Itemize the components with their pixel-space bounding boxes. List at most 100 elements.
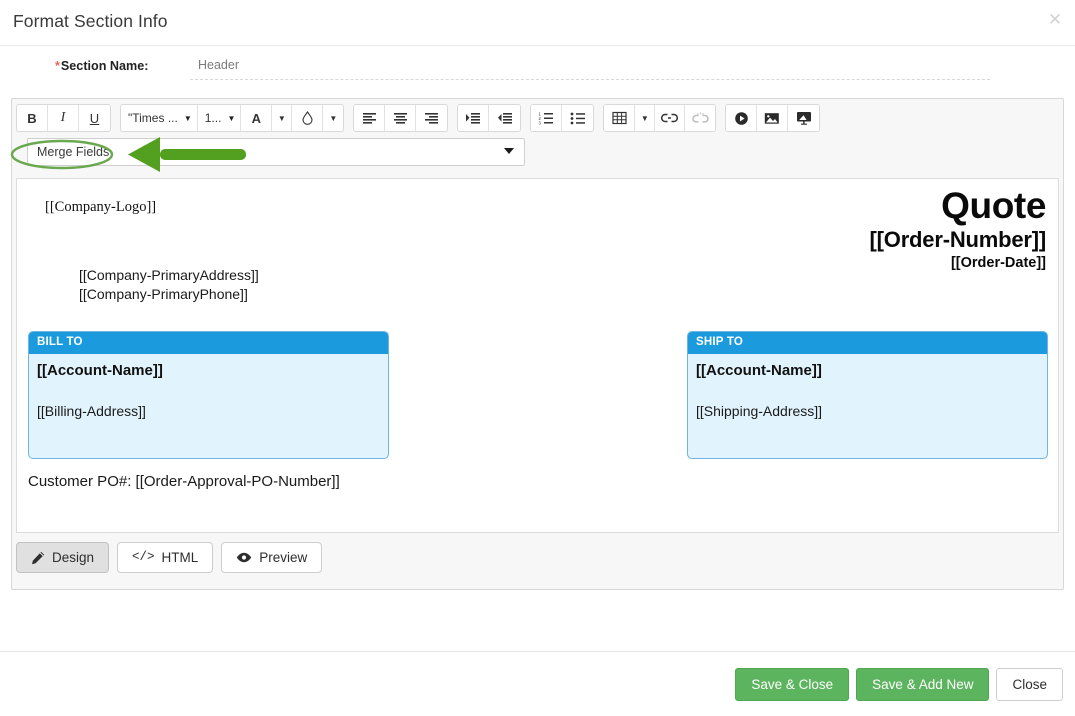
merge-fields-row: Merge Fields xyxy=(12,137,1063,173)
italic-button[interactable]: I xyxy=(48,105,79,131)
indent-decrease-button[interactable] xyxy=(489,105,521,131)
tab-design[interactable]: Design xyxy=(16,542,110,573)
section-name-row: *Section Name: Header xyxy=(0,46,1075,88)
footer-divider xyxy=(0,651,1075,652)
ship-to-body: [[Account-Name]] [[Shipping-Address]] xyxy=(688,354,1047,419)
bill-to-body: [[Account-Name]] [[Billing-Address]] xyxy=(29,354,388,419)
text-color-icon: A xyxy=(251,110,262,126)
close-x-icon[interactable]: ✕ xyxy=(1046,11,1064,29)
section-name-label: *Section Name: xyxy=(55,59,148,73)
highlight-color-button[interactable] xyxy=(292,105,324,131)
tab-preview-label: Preview xyxy=(259,550,308,565)
align-right-icon xyxy=(424,112,439,125)
save-and-close-button[interactable]: Save & Close xyxy=(735,668,850,701)
chevron-down-icon: ▼ xyxy=(183,113,192,123)
link-button[interactable] xyxy=(655,105,686,131)
table-button[interactable] xyxy=(604,105,636,131)
unlink-icon xyxy=(692,112,709,125)
align-center-icon xyxy=(393,112,408,125)
section-name-input[interactable]: Header xyxy=(190,55,990,80)
footer-actions: Save & Close Save & Add New Close xyxy=(735,668,1063,701)
indent-increase-icon xyxy=(465,112,481,125)
bold-button[interactable]: B xyxy=(17,105,48,131)
font-size-select[interactable]: 1... ▼ xyxy=(197,105,242,131)
ordered-list-icon: 123 xyxy=(538,112,554,125)
table-dropdown[interactable]: ▼ xyxy=(635,105,656,131)
editor-mode-tabs: Design </> HTML Preview xyxy=(16,542,323,573)
chevron-down-icon xyxy=(504,148,514,154)
italic-icon: I xyxy=(60,110,66,125)
save-and-add-new-button[interactable]: Save & Add New xyxy=(856,668,990,701)
highlight-color-dropdown[interactable]: ▼ xyxy=(323,105,344,131)
editor-canvas[interactable]: Quote [[Order-Number]] [[Order-Date]] [[… xyxy=(16,178,1059,533)
indent-decrease-icon xyxy=(497,112,513,125)
toolbar-group-media xyxy=(725,104,821,132)
eye-icon xyxy=(236,552,252,563)
image-button[interactable] xyxy=(757,105,789,131)
link-icon xyxy=(661,112,679,124)
code-icon: </> xyxy=(132,550,155,565)
address-boxes: BILL TO [[Account-Name]] [[Billing-Addre… xyxy=(17,331,1058,461)
tab-design-label: Design xyxy=(52,550,95,565)
toolbar-group-insert: ▼ xyxy=(603,104,717,132)
chevron-down-icon: ▼ xyxy=(277,113,286,123)
font-family-select[interactable]: "Times ... ▼ xyxy=(121,105,198,131)
customer-po-line: Customer PO#: [[Order-Approval-PO-Number… xyxy=(28,473,340,490)
table-icon xyxy=(612,111,627,125)
font-family-value: "Times ... xyxy=(128,111,178,125)
text-color-dropdown[interactable]: ▼ xyxy=(272,105,293,131)
presentation-icon xyxy=(796,111,812,125)
align-left-button[interactable] xyxy=(354,105,386,131)
bill-to-box: BILL TO [[Account-Name]] [[Billing-Addre… xyxy=(28,331,389,459)
close-button[interactable]: Close xyxy=(996,668,1063,701)
section-name-label-text: Section Name: xyxy=(60,59,149,73)
modal-header: Format Section Info ✕ xyxy=(0,0,1075,46)
align-left-icon xyxy=(362,112,377,125)
bullet-list-button[interactable] xyxy=(562,105,594,131)
underline-button[interactable]: U xyxy=(79,105,110,131)
merge-fields-select[interactable]: Merge Fields xyxy=(27,138,525,166)
indent-increase-button[interactable] xyxy=(458,105,490,131)
pencil-icon xyxy=(31,551,45,565)
tab-html[interactable]: </> HTML xyxy=(117,542,214,573)
company-phone-merge-field: [[Company-PrimaryPhone]] xyxy=(79,285,248,302)
ship-to-account-name: [[Account-Name]] xyxy=(696,362,822,379)
merge-fields-label: Merge Fields xyxy=(37,145,110,159)
video-play-icon xyxy=(734,111,749,126)
bullet-list-icon xyxy=(570,112,586,125)
bill-to-account-name: [[Account-Name]] xyxy=(37,362,163,379)
toolbar-group-font: "Times ... ▼ 1... ▼ A ▼ ▼ xyxy=(120,104,345,132)
ship-to-box: SHIP TO [[Account-Name]] [[Shipping-Addr… xyxy=(687,331,1048,459)
svg-text:3: 3 xyxy=(539,120,542,125)
chevron-down-icon: ▼ xyxy=(329,113,338,123)
chevron-down-icon: ▼ xyxy=(640,113,649,123)
tab-html-label: HTML xyxy=(161,550,199,565)
ship-to-heading: SHIP TO xyxy=(688,332,1047,354)
video-button[interactable] xyxy=(726,105,758,131)
required-marker: * xyxy=(55,59,60,73)
align-right-button[interactable] xyxy=(416,105,448,131)
toolbar-group-align xyxy=(353,104,449,132)
toolbar-group-formatting: B I U xyxy=(16,104,111,132)
text-color-button[interactable]: A xyxy=(241,105,273,131)
underline-icon: U xyxy=(89,110,100,126)
document-body: Quote [[Order-Number]] [[Order-Date]] [[… xyxy=(17,179,1058,532)
rich-text-editor: B I U "Times ... ▼ 1... ▼ A ▼ ▼ 1 2 3 ▼ … xyxy=(11,98,1064,590)
tab-preview[interactable]: Preview xyxy=(221,542,323,573)
page-title: Format Section Info xyxy=(13,11,168,31)
align-center-button[interactable] xyxy=(385,105,417,131)
unlink-button[interactable] xyxy=(685,105,716,131)
toolbar-group-lists: 123 xyxy=(530,104,595,132)
slideshow-button[interactable] xyxy=(788,105,820,131)
ship-to-address: [[Shipping-Address]] xyxy=(696,403,823,419)
chevron-down-icon: ▼ xyxy=(227,113,236,123)
image-icon xyxy=(764,112,780,125)
bill-to-address: [[Billing-Address]] xyxy=(37,403,146,419)
ordered-list-button[interactable]: 123 xyxy=(531,105,563,131)
section-name-value: Header xyxy=(198,58,239,72)
bold-icon: B xyxy=(27,110,37,126)
highlight-droplet-icon xyxy=(301,111,314,125)
toolbar-group-indent xyxy=(457,104,522,132)
quote-header-block: Quote [[Order-Number]] [[Order-Date]] xyxy=(870,185,1047,273)
bill-to-heading: BILL TO xyxy=(29,332,388,354)
